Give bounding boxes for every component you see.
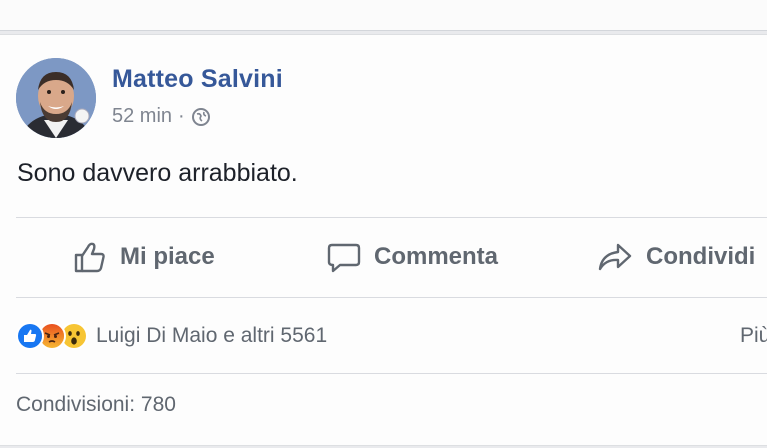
post-meta: 52 min · <box>112 105 211 128</box>
reactions-summary[interactable]: Luigi Di Maio e altri 5561 <box>16 318 327 354</box>
like-button-label: Mi piace <box>120 243 215 270</box>
avatar-photo <box>16 58 96 138</box>
divider <box>16 373 767 374</box>
like-reaction-icon <box>16 322 44 350</box>
author-avatar[interactable] <box>16 58 96 138</box>
post-card: Matteo Salvini 52 min · Sono davvero arr… <box>0 34 767 446</box>
share-arrow-icon <box>598 243 632 271</box>
comment-button[interactable]: Commenta <box>326 235 498 279</box>
post-body-text: Sono davvero arrabbiato. <box>17 159 298 187</box>
shares-count[interactable]: Condivisioni: 780 <box>16 393 176 417</box>
post-timestamp[interactable]: 52 min <box>112 105 172 128</box>
comment-icon <box>327 243 361 273</box>
reactions-summary-text: Luigi Di Maio e altri 5561 <box>96 324 328 347</box>
comment-button-label: Commenta <box>374 243 499 270</box>
meta-separator: · <box>178 105 185 127</box>
divider <box>16 297 767 298</box>
thumbs-up-icon <box>74 242 105 273</box>
like-button[interactable]: Mi piace <box>72 235 215 279</box>
post-author-name[interactable]: Matteo Salvini <box>112 65 283 94</box>
share-button-label: Condividi <box>646 243 756 270</box>
more-link[interactable]: Più <box>740 324 767 348</box>
globe-icon[interactable] <box>191 107 211 127</box>
divider <box>16 217 767 218</box>
previous-post-edge <box>0 0 767 31</box>
share-button[interactable]: Condividi <box>596 235 755 279</box>
